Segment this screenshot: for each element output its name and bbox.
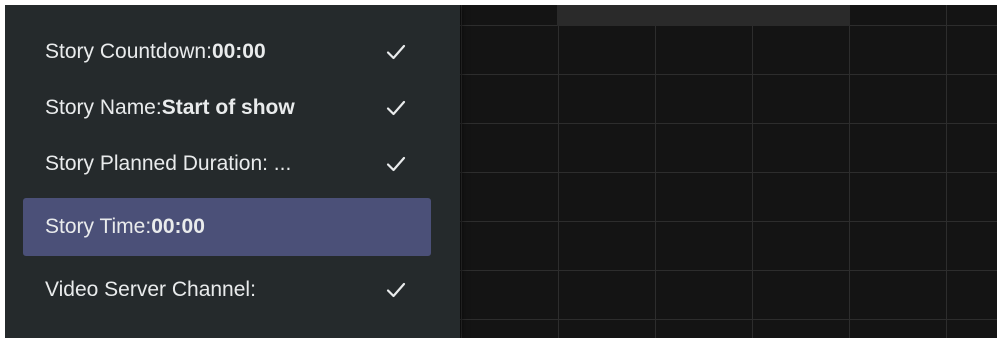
menu-item-value: Start of show (161, 96, 295, 119)
menu-item-label: Story Time: (45, 215, 152, 238)
menu-item-label: Video Server Channel: (45, 278, 256, 301)
check-icon (386, 156, 406, 172)
screen: Story Countdown: 00:00 Story Name: Start… (5, 5, 997, 338)
menu-item-story-countdown[interactable]: Story Countdown: 00:00 (23, 23, 431, 81)
menu-item-label: Story Countdown: (45, 40, 212, 63)
field-menu: Story Countdown: 00:00 Story Name: Start… (5, 5, 460, 338)
timeline-header-bar (557, 5, 850, 26)
check-icon (386, 100, 406, 116)
menu-item-story-planned-duration[interactable]: Story Planned Duration: ... (23, 135, 431, 193)
check-icon (386, 44, 406, 60)
menu-item-story-time[interactable]: Story Time: 00:00 (23, 198, 431, 256)
menu-item-video-server-channel[interactable]: Video Server Channel: (23, 261, 431, 319)
menu-item-value: 00:00 (211, 40, 266, 63)
menu-item-label: Story Planned Duration: ... (45, 152, 292, 175)
menu-item-value: 00:00 (151, 215, 205, 238)
menu-item-label: Story Name: (45, 96, 162, 119)
menu-item-story-name[interactable]: Story Name: Start of show (23, 79, 431, 137)
check-icon (386, 282, 406, 298)
timeline-grid[interactable] (460, 5, 997, 338)
